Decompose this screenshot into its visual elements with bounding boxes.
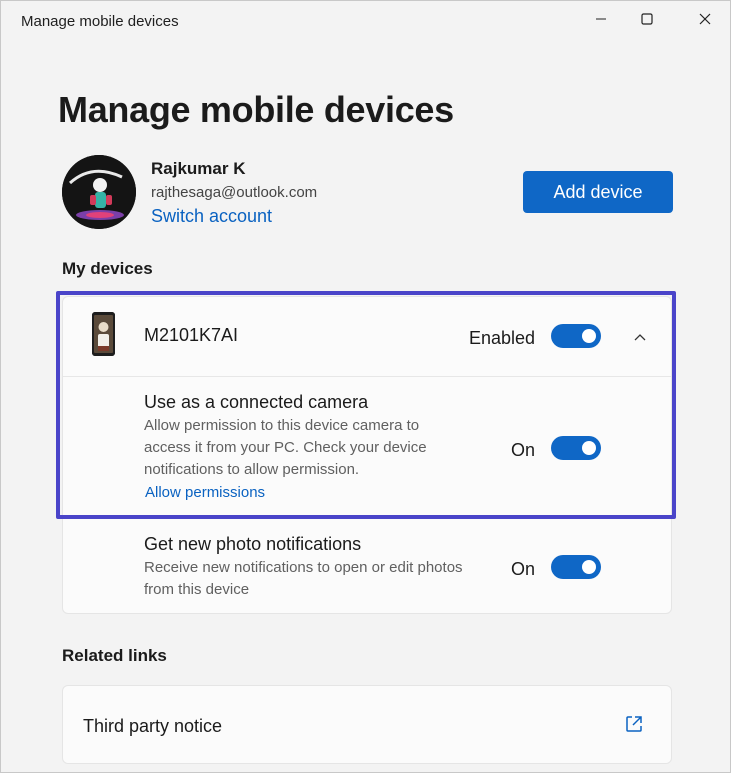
account-name: Rajkumar K <box>151 159 246 178</box>
camera-setting-title: Use as a connected camera <box>144 392 369 412</box>
app-window: Manage mobile devices Manage mobile devi… <box>0 0 731 773</box>
device-enabled-toggle[interactable] <box>551 324 601 348</box>
camera-toggle[interactable] <box>551 436 601 460</box>
allow-permissions-link[interactable]: Allow permissions <box>145 484 265 501</box>
third-party-notice-link[interactable]: Third party notice <box>62 685 672 764</box>
switch-account-link[interactable]: Switch account <box>151 206 272 227</box>
photo-notifications-toggle[interactable] <box>551 555 601 579</box>
page-title: Manage mobile devices <box>58 89 454 130</box>
chevron-up-icon <box>634 334 646 341</box>
close-button[interactable] <box>682 1 728 37</box>
maximize-button[interactable] <box>624 1 670 37</box>
device-card: M2101K7AI Enabled Use as a connected cam… <box>62 296 672 614</box>
camera-setting-description: Allow permission to this device camera t… <box>144 417 427 478</box>
my-devices-heading: My devices <box>62 259 153 278</box>
related-links-heading: Related links <box>62 646 167 665</box>
device-state-label: Enabled <box>469 328 536 348</box>
add-device-button[interactable]: Add device <box>523 171 673 213</box>
collapse-button[interactable] <box>630 327 650 347</box>
account-email: rajthesaga@outlook.com <box>151 184 318 201</box>
avatar <box>62 155 136 229</box>
photo-notifications-state-label: On <box>511 559 536 579</box>
photo-notifications-description: Receive new notifications to open or edi… <box>144 559 463 598</box>
title-bar: Manage mobile devices <box>1 1 730 41</box>
divider <box>63 376 671 377</box>
maximize-icon <box>641 13 653 25</box>
external-link-icon <box>626 716 642 732</box>
photo-notifications-title: Get new photo notifications <box>144 534 362 554</box>
close-icon <box>699 13 711 25</box>
window-title: Manage mobile devices <box>21 13 179 30</box>
avatar-image <box>62 155 136 229</box>
related-link-label: Third party notice <box>83 716 223 736</box>
camera-state-label: On <box>511 440 536 460</box>
phone-icon <box>92 312 115 356</box>
minimize-button[interactable] <box>578 1 624 37</box>
device-name: M2101K7AI <box>144 325 239 345</box>
minimize-icon <box>596 18 606 20</box>
device-header-row[interactable]: M2101K7AI Enabled <box>63 297 671 376</box>
